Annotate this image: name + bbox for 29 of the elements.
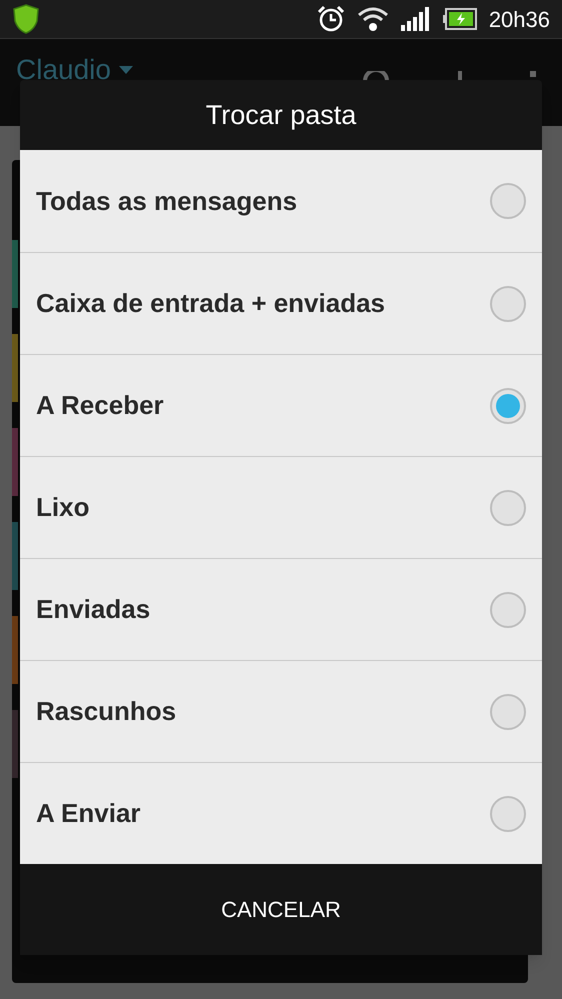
folder-label: Caixa de entrada + enviadas [36, 287, 386, 320]
folder-label: Enviadas [36, 593, 152, 626]
battery-icon [442, 8, 477, 30]
clock: 20h36 [488, 6, 550, 34]
folder-label: A Receber [36, 389, 165, 422]
dialog-title: Trocar pasta [206, 98, 356, 132]
folder-label: Lixo [36, 491, 90, 524]
radio-button[interactable] [490, 490, 526, 526]
signal-icon [400, 7, 431, 31]
cancel-button[interactable]: CANCELAR [20, 864, 542, 955]
shield-icon [12, 4, 40, 34]
radio-button[interactable] [490, 388, 526, 424]
folder-option[interactable]: Lixo [20, 456, 542, 558]
radio-button[interactable] [490, 183, 526, 219]
folder-option[interactable]: Enviadas [20, 558, 542, 660]
folder-label: Todas as mensagens [36, 184, 298, 218]
radio-button[interactable] [490, 694, 526, 730]
folder-option[interactable]: Caixa de entrada + enviadas [20, 252, 542, 354]
radio-button[interactable] [490, 592, 526, 628]
folder-label: Rascunhos [36, 695, 178, 728]
folder-option[interactable]: Rascunhos [20, 660, 542, 762]
folder-option[interactable]: Todas as mensagens [20, 150, 542, 252]
folder-option[interactable]: A Receber [20, 354, 542, 456]
radio-button[interactable] [490, 286, 526, 322]
radio-button[interactable] [490, 796, 526, 832]
folder-label: A Enviar [36, 797, 142, 830]
caret-icon [118, 66, 133, 74]
alarm-clock-icon [316, 5, 345, 33]
wifi-icon [356, 6, 389, 32]
